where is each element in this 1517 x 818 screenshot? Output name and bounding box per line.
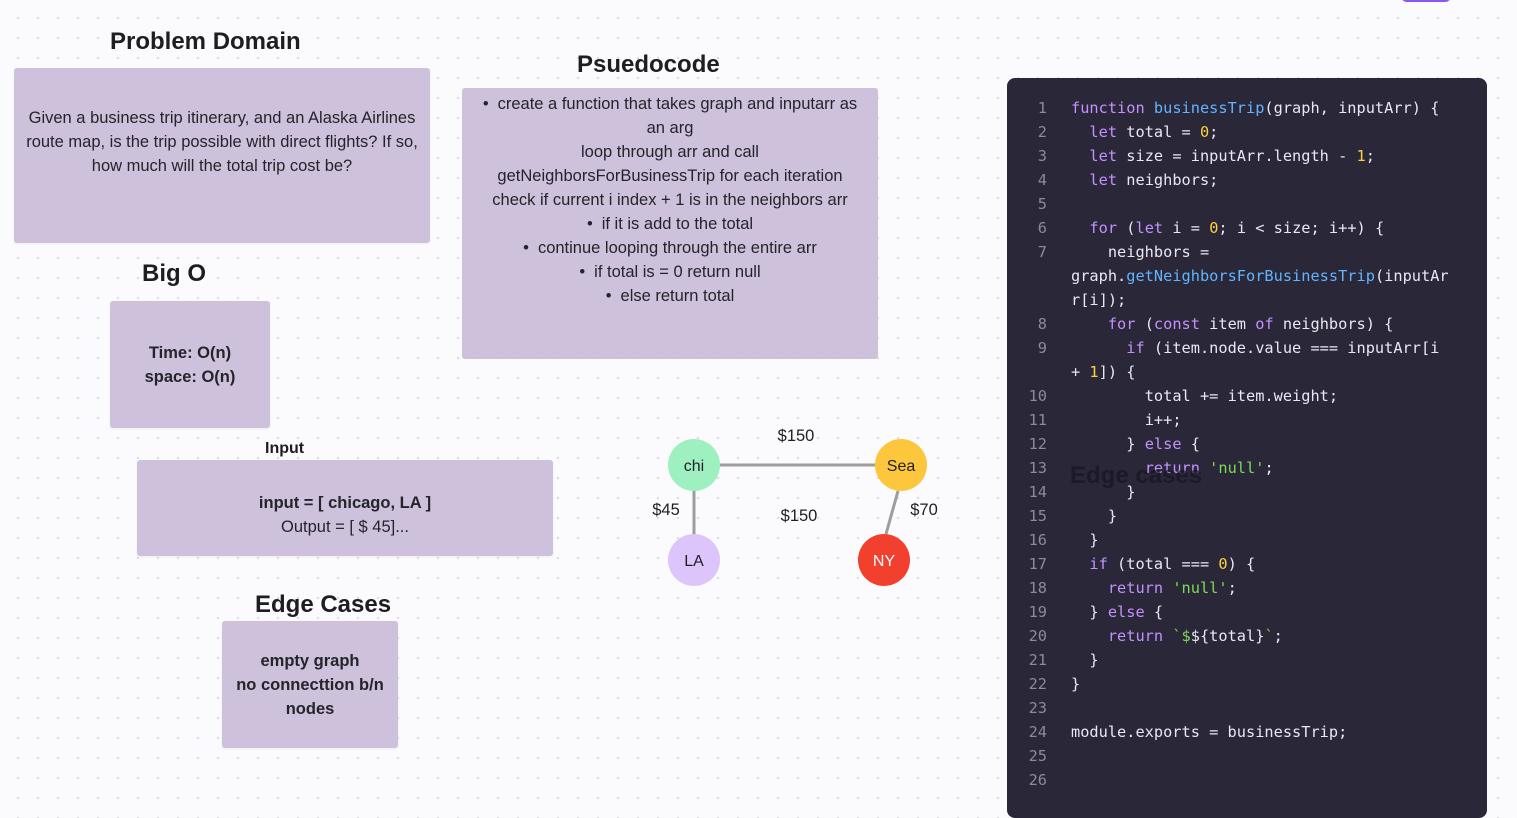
code-lines: 1 function businessTrip(graph, inputArr) … xyxy=(1007,96,1487,792)
node-la-label: LA xyxy=(684,553,704,570)
node-sea-label: Sea xyxy=(887,458,916,475)
code-line: 10 total += item.weight; xyxy=(1028,387,1339,405)
edge-sea-ny xyxy=(884,490,900,535)
code-line: 7 neighbors = xyxy=(1037,243,1210,261)
node-ny-label: NY xyxy=(873,553,896,570)
code-line: graph.getNeighborsForBusinessTrip(inputA… xyxy=(1071,267,1449,285)
code-line: 4 let neighbors; xyxy=(1037,171,1219,189)
code-line: 3 let size = inputArr.length - 1; xyxy=(1037,147,1375,165)
code-line: 12 } else { xyxy=(1028,435,1200,453)
route-graph: $150 $45 $150 $70 chi Sea LA NY xyxy=(652,427,938,586)
code-line: 11 i++; xyxy=(1028,411,1182,429)
code-line: 23 xyxy=(1028,699,1047,717)
code-line: + 1]) { xyxy=(1071,363,1136,381)
edge-label-sea-ny: $70 xyxy=(910,501,938,519)
node-chi[interactable]: chi xyxy=(668,439,720,491)
code-line: 5 xyxy=(1037,195,1047,213)
node-chi-label: chi xyxy=(684,458,704,475)
code-line: 18 return 'null'; xyxy=(1028,579,1237,597)
code-line: 16 } xyxy=(1028,531,1099,549)
code-line: 19 } else { xyxy=(1028,603,1164,621)
code-line: 14 } xyxy=(1028,483,1136,501)
node-la[interactable]: LA xyxy=(668,534,720,586)
code-line: 21 } xyxy=(1028,651,1099,669)
code-line: 8 for (const item of neighbors) { xyxy=(1037,315,1394,333)
code-block[interactable]: 1 function businessTrip(graph, inputArr) … xyxy=(1007,78,1487,818)
node-ny[interactable]: NY xyxy=(858,534,910,586)
code-line: 2 let total = 0; xyxy=(1037,123,1219,141)
code-line: 25 xyxy=(1028,747,1047,765)
code-line: 20 return `$${total}`; xyxy=(1028,627,1283,645)
code-line: r[i]); xyxy=(1071,291,1127,309)
top-action-button[interactable] xyxy=(1401,0,1451,2)
code-line: 22} xyxy=(1028,675,1081,693)
code-line: 6 for (let i = 0; i < size; i++) { xyxy=(1037,219,1385,237)
code-line: 9 if (item.node.value === inputArr[i xyxy=(1037,339,1440,357)
code-line: 1 function businessTrip(graph, inputArr) … xyxy=(1037,99,1440,117)
node-sea[interactable]: Sea xyxy=(875,439,927,491)
code-line: 24 module.exports = businessTrip; xyxy=(1028,723,1348,741)
code-line: 15 } xyxy=(1028,507,1118,525)
code-line: 17 if (total === 0) { xyxy=(1028,555,1256,573)
code-line: 26 xyxy=(1028,771,1047,789)
code-line: 13 return 'null'; xyxy=(1028,459,1274,477)
edge-label-chi-la: $45 xyxy=(652,501,680,519)
edge-label-chi-sea: $150 xyxy=(778,427,815,445)
edge-label-middle: $150 xyxy=(781,507,818,525)
